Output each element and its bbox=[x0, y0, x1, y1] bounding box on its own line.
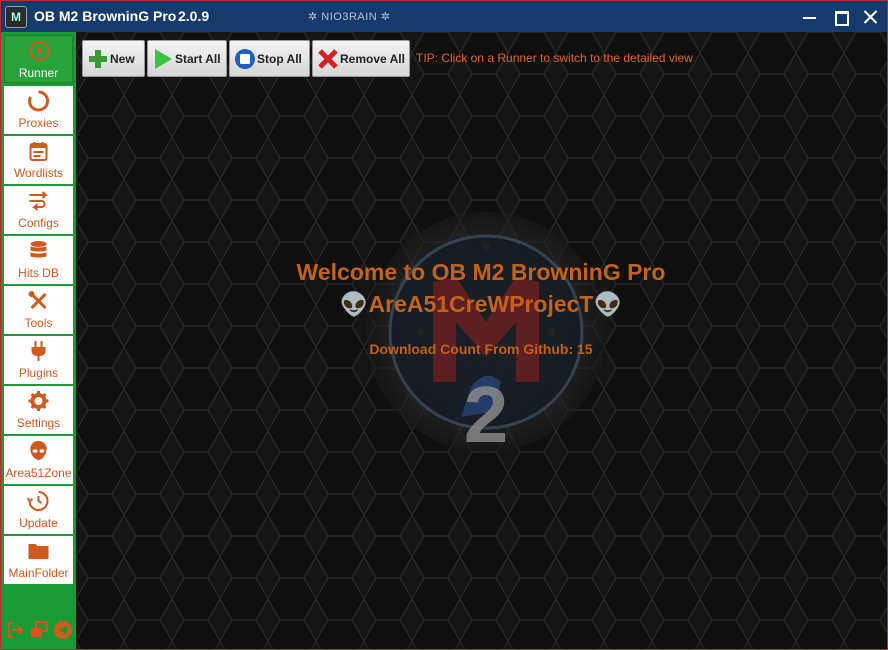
sidebar-item-proxies[interactable]: Proxies bbox=[4, 86, 73, 134]
new-button[interactable]: New bbox=[82, 40, 145, 77]
author-tag: ✲ NIO3RAIN ✲ bbox=[308, 11, 391, 23]
sidebar-item-wordlists[interactable]: Wordlists bbox=[4, 136, 73, 184]
sidebar: Runner Proxies Wordlists Configs Hits DB… bbox=[1, 32, 76, 649]
remove-x-icon bbox=[318, 49, 338, 69]
logout-icon[interactable] bbox=[5, 620, 25, 640]
sidebar-item-label: Wordlists bbox=[13, 166, 64, 180]
start-all-button-label: Start All bbox=[175, 52, 221, 66]
notepad-icon bbox=[29, 142, 48, 161]
sidebar-item-label: Plugins bbox=[18, 366, 59, 380]
sidebar-item-label: Configs bbox=[18, 216, 59, 230]
title-bar[interactable]: M OB M2 BrowninG Pro 2.0.9 ✲ NIO3RAIN ✲ bbox=[1, 1, 887, 32]
sidebar-item-configs[interactable]: Configs bbox=[4, 186, 73, 234]
sidebar-item-label: MainFolder bbox=[8, 566, 69, 580]
app-version: 2.0.9 bbox=[178, 8, 210, 24]
plus-icon bbox=[89, 50, 107, 68]
new-button-label: New bbox=[110, 52, 135, 66]
alien-icon bbox=[30, 441, 47, 460]
svg-text:2: 2 bbox=[464, 370, 509, 457]
clock-update-icon bbox=[26, 491, 49, 511]
sidebar-item-area51zone[interactable]: Area51Zone bbox=[4, 436, 73, 484]
sidebar-item-hits-db[interactable]: Hits DB bbox=[4, 236, 73, 284]
sidebar-item-label: Proxies bbox=[18, 116, 59, 130]
play-icon bbox=[155, 49, 172, 69]
remove-all-button-label: Remove All bbox=[340, 52, 405, 66]
telegram-icon[interactable] bbox=[53, 620, 73, 640]
sidebar-item-tools[interactable]: Tools bbox=[4, 286, 73, 334]
app-logo-icon: M bbox=[5, 6, 27, 28]
start-all-button[interactable]: Start All bbox=[147, 40, 227, 77]
sidebar-item-label: Runner bbox=[18, 66, 59, 80]
minimize-icon[interactable] bbox=[798, 5, 822, 29]
runner-panel: New Start All Stop All Remove All TIP: C… bbox=[76, 32, 887, 649]
remove-all-button[interactable]: Remove All bbox=[312, 40, 410, 77]
sidebar-item-label: Tools bbox=[24, 316, 53, 330]
wrench-screwdriver-icon bbox=[28, 291, 47, 310]
sidebar-item-mainfolder[interactable]: MainFolder bbox=[4, 536, 73, 584]
download-count: Download Count From Github: 15 bbox=[369, 341, 593, 357]
stop-icon bbox=[235, 49, 255, 69]
maximize-icon[interactable] bbox=[830, 5, 854, 29]
sidebar-item-label: Settings bbox=[16, 416, 61, 430]
sidebar-item-update[interactable]: Update bbox=[4, 486, 73, 534]
tip-text: TIP: Click on a Runner to switch to the … bbox=[416, 51, 693, 65]
gear-icon bbox=[28, 391, 49, 411]
swap-arrows-icon bbox=[29, 191, 48, 211]
sidebar-item-plugins[interactable]: Plugins bbox=[4, 336, 73, 384]
stop-all-button-label: Stop All bbox=[257, 52, 302, 66]
sidebar-item-label: Update bbox=[19, 516, 58, 530]
welcome-title: Welcome to OB M2 BrowninG Pro bbox=[296, 259, 666, 285]
welcome-banner: Welcome to OB M2 BrowninG Pro 👽AreA51Cre… bbox=[206, 258, 756, 320]
sidebar-item-label: Hits DB bbox=[18, 266, 59, 280]
folder-icon bbox=[28, 544, 49, 559]
windows-icon[interactable] bbox=[29, 620, 49, 640]
sidebar-item-settings[interactable]: Settings bbox=[4, 386, 73, 434]
database-icon bbox=[30, 241, 47, 258]
window-title: OB M2 BrowninG Pro bbox=[34, 8, 177, 24]
refresh-circle-icon bbox=[28, 90, 50, 112]
sidebar-bottom-actions bbox=[3, 620, 75, 642]
close-icon[interactable] bbox=[859, 5, 883, 29]
stop-all-button[interactable]: Stop All bbox=[229, 40, 310, 77]
welcome-subtitle: 👽AreA51CreWProjecT👽 bbox=[339, 291, 623, 317]
sidebar-item-runner[interactable]: Runner bbox=[4, 35, 73, 83]
app-window: M OB M2 BrowninG Pro 2.0.9 ✲ NIO3RAIN ✲ … bbox=[0, 0, 888, 650]
sidebar-item-label: Area51Zone bbox=[5, 466, 72, 480]
m2-logo: 2 bbox=[366, 212, 606, 457]
plug-icon bbox=[31, 341, 46, 361]
play-circle-icon bbox=[29, 41, 50, 61]
